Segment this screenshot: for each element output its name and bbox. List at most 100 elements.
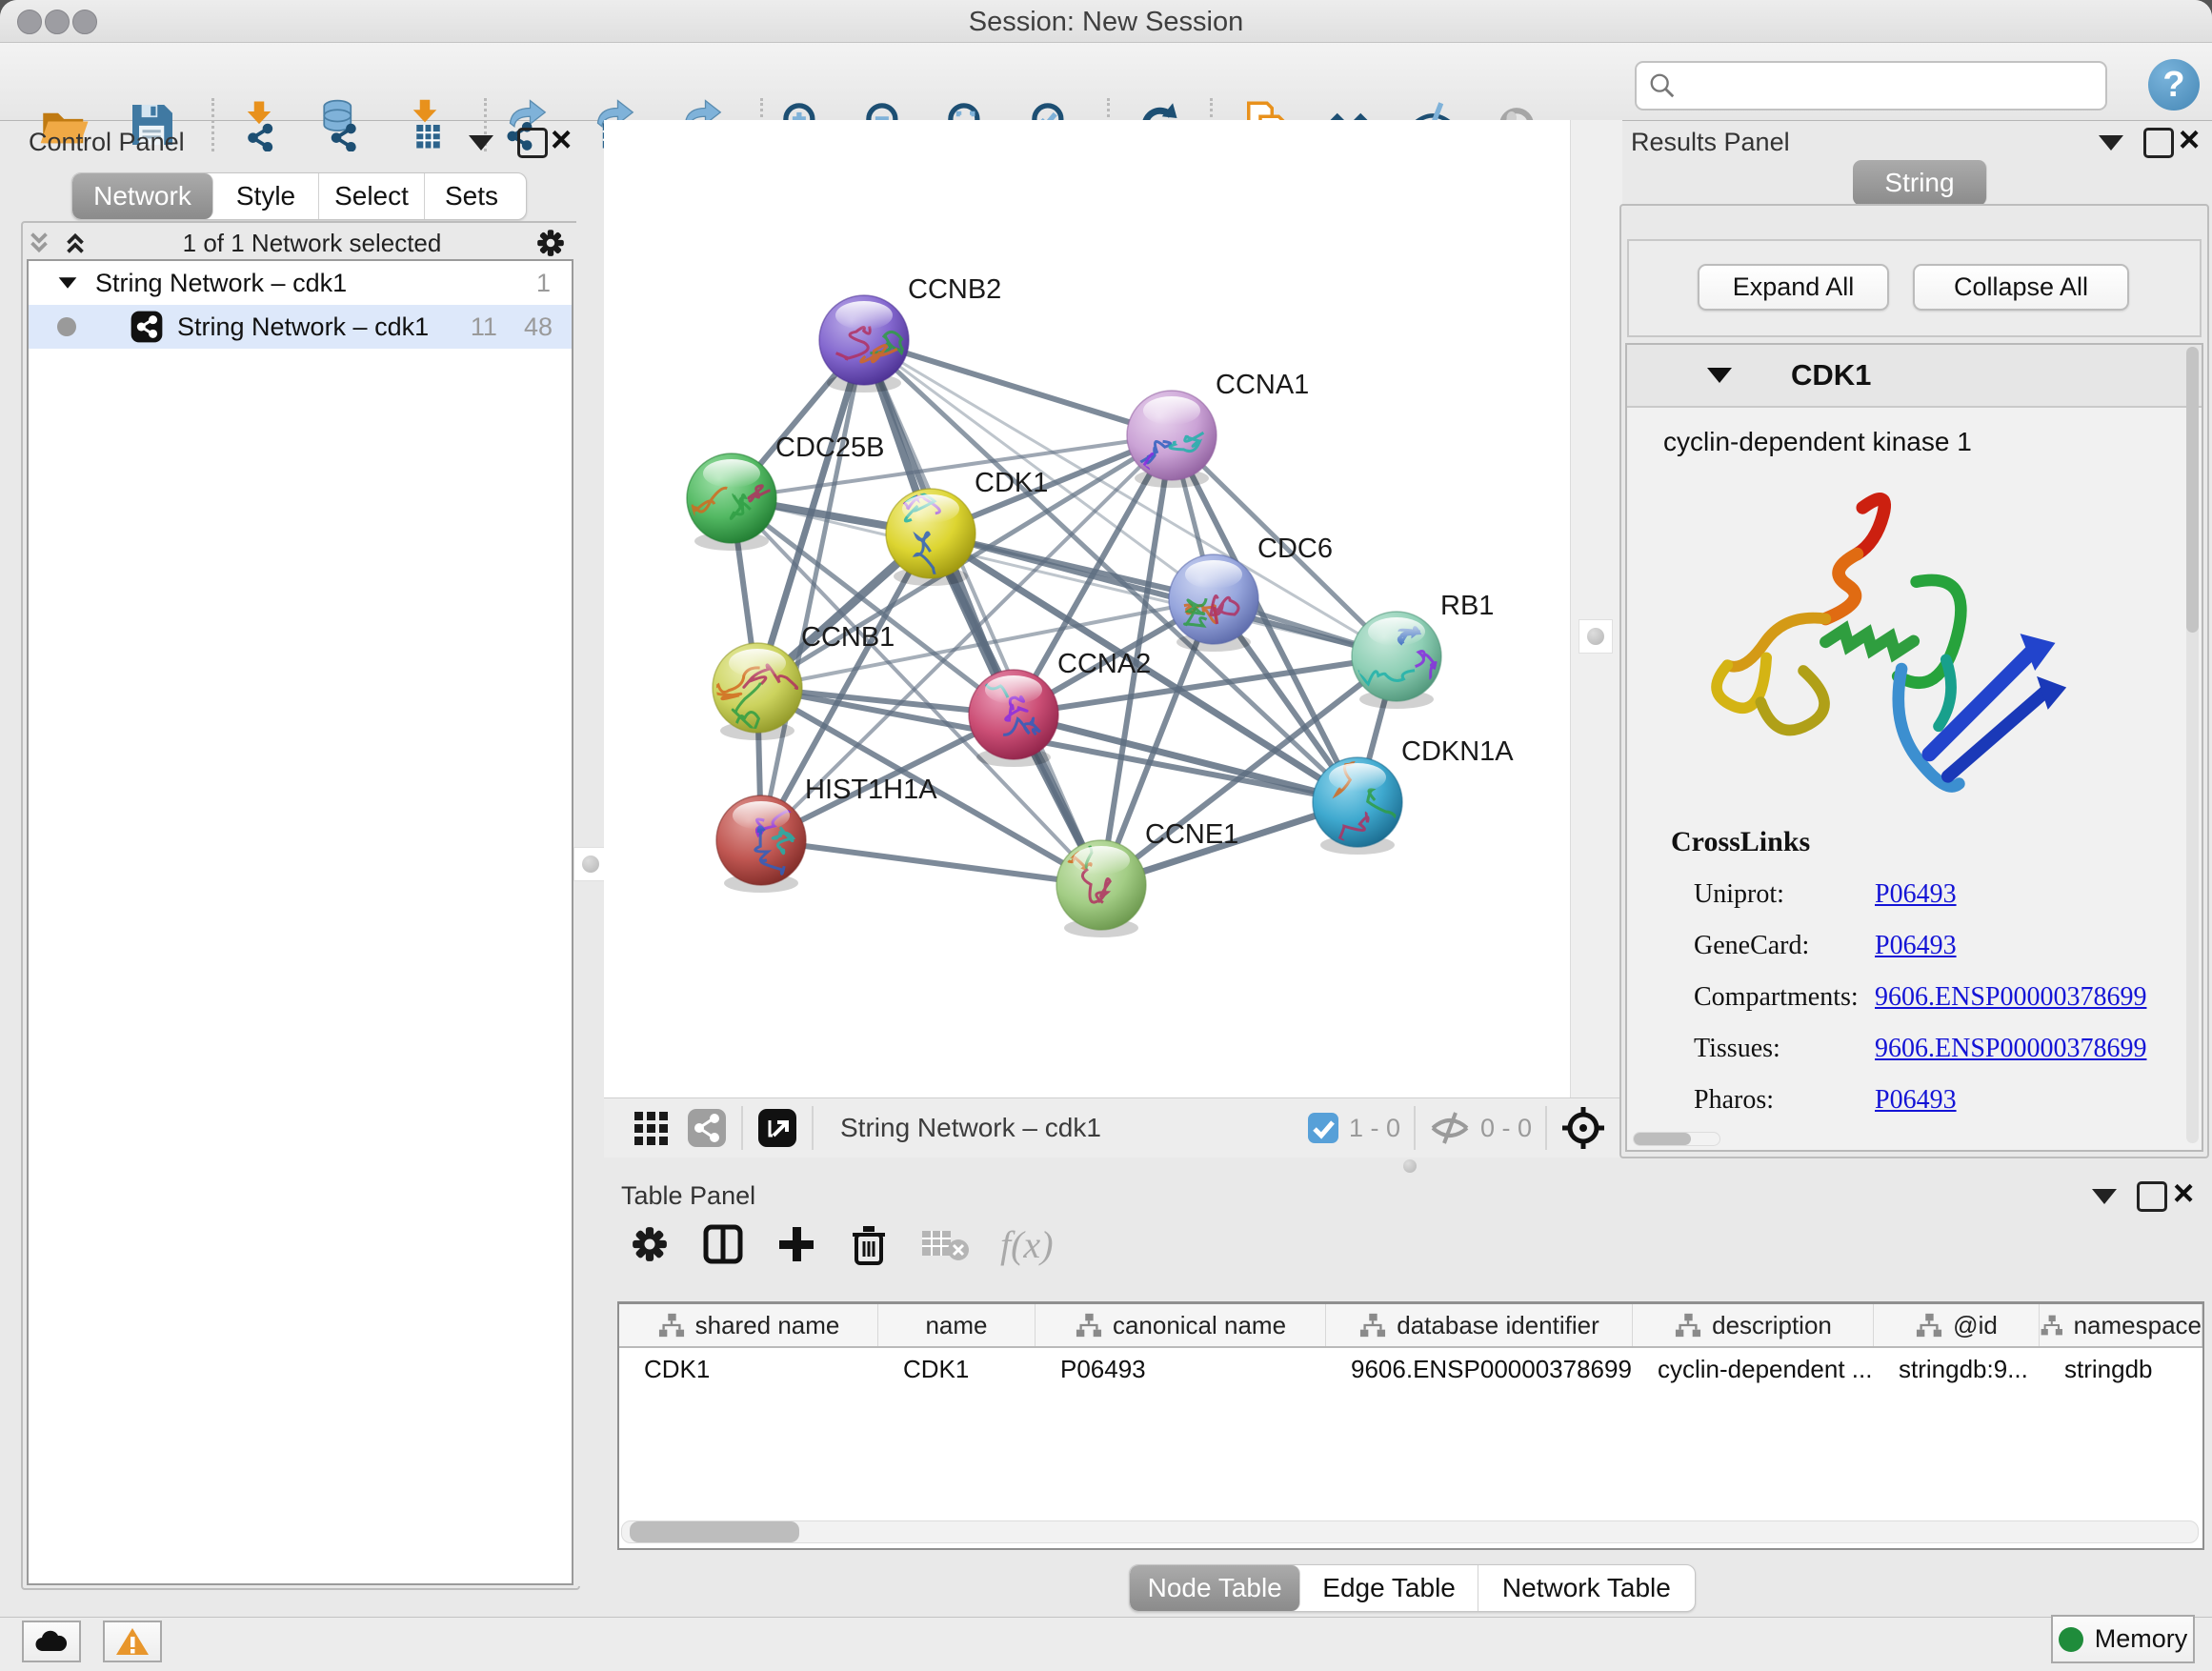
crosslinks-list: Uniprot: P06493GeneCard: P06493Compartme… [1627, 879, 2202, 1116]
fit-selected-crosshair-icon[interactable] [1560, 1105, 1606, 1151]
cdk1-collapse-icon[interactable] [1707, 368, 1732, 383]
network-overview-icon[interactable] [686, 1107, 728, 1149]
cell-canonical-name[interactable]: P06493 [1036, 1355, 1326, 1384]
collection-expander-icon[interactable] [59, 277, 77, 289]
detach-view-icon[interactable] [756, 1107, 798, 1149]
expand-all-icon[interactable] [61, 229, 90, 257]
tab-sets[interactable]: Sets [425, 173, 518, 219]
shared-column-icon [1075, 1312, 1103, 1339]
tab-select[interactable]: Select [319, 173, 425, 219]
results-panel-float-icon[interactable] [2143, 128, 2174, 158]
help-button[interactable]: ? [2148, 59, 2200, 111]
table-panel-collapse-icon[interactable] [2092, 1189, 2117, 1204]
cell-name[interactable]: CDK1 [878, 1355, 1036, 1384]
network-graph[interactable]: CCNB2 CCNA1 CDC25B CDK1 CDC6 RB1 CCNB1 [604, 120, 1570, 1097]
import-database-icon[interactable] [312, 98, 366, 151]
column-header-description[interactable]: description [1633, 1304, 1874, 1346]
expand-all-button[interactable]: Expand All [1698, 264, 1889, 311]
tab-edge-table[interactable]: Edge Table [1300, 1565, 1478, 1611]
control-panel-float-icon[interactable] [517, 128, 548, 158]
column-header-name[interactable]: name [878, 1304, 1036, 1346]
table-panel-close-icon[interactable]: × [2173, 1181, 2194, 1206]
network-list-toolbar: 1 of 1 Network selected [25, 227, 573, 259]
left-splitter-handle[interactable] [573, 847, 608, 881]
network-canvas[interactable]: CCNB2 CCNA1 CDC25B CDK1 CDC6 RB1 CCNB1 [604, 120, 1570, 1097]
edge-CCNB2-CCNA1[interactable] [864, 340, 1172, 435]
tab-network-table[interactable]: Network Table [1478, 1565, 1695, 1611]
tab-node-table[interactable]: Node Table [1130, 1565, 1300, 1611]
search-box[interactable] [1635, 61, 2107, 111]
cell-database-identifier[interactable]: 9606.ENSP00000378699 [1326, 1355, 1633, 1384]
tab-style[interactable]: Style [213, 173, 319, 219]
network-options-gear-icon[interactable] [534, 227, 567, 259]
results-tab-string[interactable]: String [1853, 160, 1987, 206]
delete-column-icon[interactable] [848, 1221, 890, 1267]
results-hscrollbar[interactable] [1633, 1132, 1720, 1146]
column-header-namespace[interactable]: namespace [2040, 1304, 2202, 1346]
crosslink-link[interactable]: 9606.ENSP00000378699 [1875, 982, 2146, 1013]
node-count: 11 [471, 312, 497, 342]
control-panel-tabs: NetworkStyleSelectSets [71, 172, 527, 220]
node-RB1[interactable]: RB1 [1337, 591, 1495, 709]
edge-CCNE1-HIST1H1A[interactable] [761, 840, 1101, 885]
results-panel-close-icon[interactable]: × [2179, 128, 2200, 152]
tab-network[interactable]: Network [72, 173, 213, 219]
selected-checkbox-icon[interactable] [1307, 1112, 1339, 1144]
column-header-@id[interactable]: @id [1874, 1304, 2040, 1346]
column-header-database-identifier[interactable]: database identifier [1326, 1304, 1633, 1346]
table-type-tabs: Node TableEdge TableNetwork Table [1129, 1564, 1696, 1612]
warning-icon [115, 1626, 150, 1657]
collapse-all-icon[interactable] [25, 229, 53, 257]
cloud-status-button[interactable] [22, 1621, 81, 1662]
collapse-all-button[interactable]: Collapse All [1913, 264, 2129, 311]
search-icon [1648, 71, 1677, 100]
warnings-button[interactable] [103, 1621, 162, 1662]
title-bar: Session: New Session [0, 0, 2212, 43]
cytoscape-window: Session: New Session ? Control Panel × N… [0, 0, 2212, 1671]
cdk1-section-header[interactable]: CDK1 [1627, 345, 2202, 408]
add-column-icon[interactable] [775, 1223, 817, 1265]
right-splitter-handle[interactable] [1579, 619, 1613, 654]
search-input[interactable] [1677, 70, 2081, 102]
cell-shared-name[interactable]: CDK1 [619, 1355, 878, 1384]
protein-structure-image [1667, 471, 2077, 804]
crosslink-link[interactable]: P06493 [1875, 1085, 1957, 1116]
results-vscrollbar[interactable] [2186, 347, 2199, 1143]
network-row[interactable]: String Network – cdk1 11 48 [29, 305, 572, 349]
birdseye-grid-icon[interactable] [631, 1108, 671, 1148]
table-options-gear-icon[interactable] [629, 1223, 671, 1265]
crosslink-link[interactable]: P06493 [1875, 931, 1957, 961]
results-panel-collapse-icon[interactable] [2099, 135, 2123, 151]
network-collection-row[interactable]: String Network – cdk1 1 [29, 261, 572, 305]
crosslink-link[interactable]: 9606.ENSP00000378699 [1875, 1034, 2146, 1064]
table-panel-float-icon[interactable] [2137, 1181, 2167, 1212]
import-table-icon[interactable] [398, 98, 452, 151]
cdk1-result-section: CDK1 cyclin-dependent kinase 1 CrossLink… [1625, 343, 2203, 1152]
node-CCNB1[interactable]: CCNB1 [713, 622, 895, 740]
horizontal-splitter-handle[interactable] [1394, 1158, 1426, 1174]
table-hscrollbar[interactable] [621, 1520, 2199, 1543]
node-label-CDC6: CDC6 [1257, 534, 1333, 564]
network-icon [130, 310, 164, 344]
memory-button[interactable]: Memory [2051, 1615, 2195, 1663]
cell-namespace[interactable]: stringdb [2040, 1355, 2202, 1384]
node-table: shared namename canonical name database … [617, 1301, 2204, 1550]
cell-@id[interactable]: stringdb:9... [1874, 1355, 2040, 1384]
node-CDKN1A[interactable]: CDKN1A [1313, 735, 1514, 865]
cell-description[interactable]: cyclin-dependent ... [1633, 1355, 1874, 1384]
crosslink-link[interactable]: P06493 [1875, 879, 1957, 910]
show-columns-icon[interactable] [701, 1222, 745, 1266]
table-row[interactable]: CDK1CDK1P064939606.ENSP00000378699cyclin… [619, 1348, 2202, 1390]
control-panel-close-icon[interactable]: × [551, 128, 572, 152]
column-header-canonical-name[interactable]: canonical name [1036, 1304, 1326, 1346]
right-splitter[interactable] [1570, 120, 1622, 1097]
left-splitter[interactable] [576, 221, 604, 1586]
node-HIST1H1A[interactable]: HIST1H1A [716, 775, 937, 893]
import-network-icon[interactable] [232, 98, 286, 151]
memory-label: Memory [2095, 1624, 2188, 1654]
column-header-shared-name[interactable]: shared name [619, 1304, 878, 1346]
node-CCNA1[interactable]: CCNA1 [1097, 370, 1309, 488]
window-title: Session: New Session [0, 7, 2212, 38]
control-panel-collapse-icon[interactable] [469, 135, 493, 151]
control-panel-title: Control Panel [29, 128, 185, 157]
